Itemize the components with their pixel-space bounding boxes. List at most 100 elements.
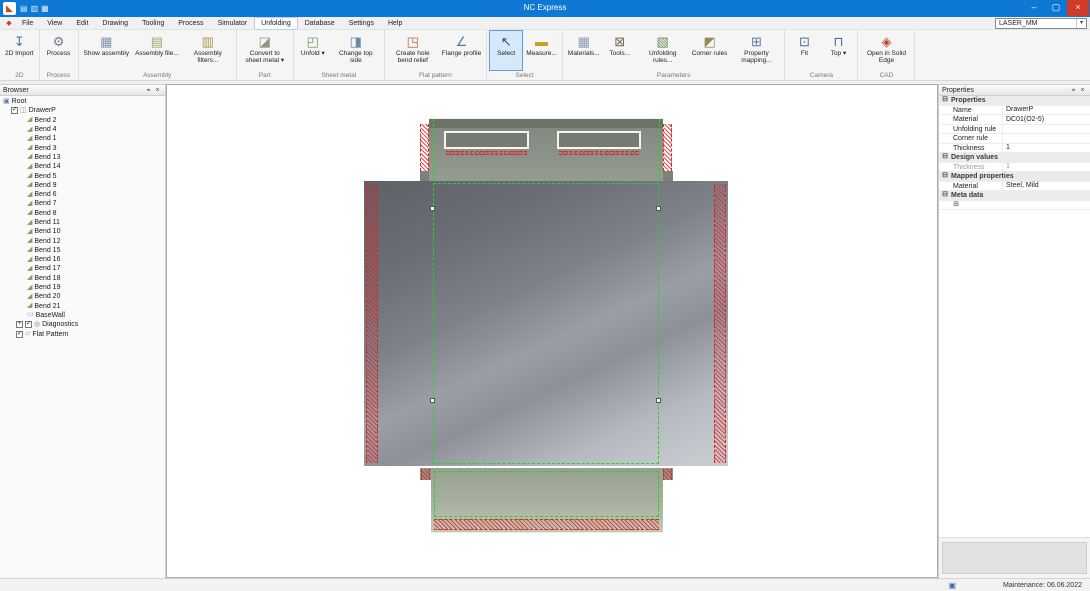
close-icon[interactable]: × [153, 85, 162, 96]
bend-line[interactable] [433, 119, 434, 181]
show-assembly-button[interactable]: ▦Show assembly [81, 30, 133, 71]
tree-item-basewall[interactable]: ▭BaseWall [0, 311, 165, 320]
collapse-icon[interactable]: ⊟ [941, 191, 949, 199]
process-button[interactable]: ⚙Process [42, 30, 76, 71]
tab-database[interactable]: Database [298, 17, 342, 30]
checkbox[interactable]: ✓ [16, 331, 23, 338]
checkbox[interactable]: ✓ [25, 321, 32, 328]
slot-cutout-right[interactable] [557, 131, 641, 149]
convert-to-sheet-metal-button[interactable]: ◪Convert to sheet metal ▾ [239, 30, 291, 71]
pin-icon[interactable]: ⌖ [144, 85, 153, 96]
section-properties[interactable]: ⊟Properties [939, 96, 1090, 106]
tree-item-bend-2[interactable]: ◢Bend 2 [0, 116, 165, 125]
open-in-solid-edge-button[interactable]: ◈Open in Solid Edge [860, 30, 912, 71]
tree-item-bend-5[interactable]: ◢Bend 5 [0, 171, 165, 180]
checkbox[interactable]: ✓ [11, 107, 18, 114]
minimize-button[interactable]: – [1023, 0, 1045, 16]
ribbon-buttons: ▦Show assembly▤Assembly file...▥Assembly… [81, 30, 234, 71]
tree-item-drawerp[interactable]: ✓◫DrawerP [0, 106, 165, 115]
property-value[interactable]: 1 [1003, 143, 1090, 152]
pin-icon[interactable]: ⌖ [1069, 85, 1078, 96]
tree-item-bend-4[interactable]: ◢Bend 4 [0, 125, 165, 134]
materials-button[interactable]: ▦Materials... [565, 30, 603, 71]
tree-item-bend-20[interactable]: ◢Bend 20 [0, 292, 165, 301]
maximize-button[interactable]: ▢ [1045, 0, 1067, 16]
close-icon[interactable]: × [1078, 85, 1087, 96]
assembly-file-button[interactable]: ▤Assembly file... [132, 30, 182, 71]
property-value[interactable]: DrawerP [1003, 105, 1090, 114]
property-value[interactable]: Steel, Mild [1003, 181, 1090, 190]
section-meta-data[interactable]: ⊟Meta data [939, 191, 1090, 201]
tree-item-bend-17[interactable]: ◢Bend 17 [0, 264, 165, 273]
profile-select[interactable]: LASER_MM ▾ [995, 18, 1087, 29]
tree-item-bend-9[interactable]: ◢Bend 9 [0, 181, 165, 190]
tree-item-bend-6[interactable]: ◢Bend 6 [0, 190, 165, 199]
tree-item-bend-18[interactable]: ◢Bend 18 [0, 274, 165, 283]
property-mapping-button[interactable]: ⊞Property mapping... [730, 30, 782, 71]
tab-file[interactable]: File [15, 17, 40, 30]
flange-profile-button[interactable]: ∠Flange profile [439, 30, 484, 71]
fit-button[interactable]: ⊡Fit [787, 30, 821, 71]
tree-item-bend-10[interactable]: ◢Bend 10 [0, 227, 165, 236]
tree-item-bend-7[interactable]: ◢Bend 7 [0, 199, 165, 208]
vertex-handle[interactable] [656, 398, 661, 403]
tree-item-bend-21[interactable]: ◢Bend 21 [0, 302, 165, 311]
tree-item-bend-15[interactable]: ◢Bend 15 [0, 246, 165, 255]
tab-edit[interactable]: Edit [69, 17, 95, 30]
tree-item-bend-14[interactable]: ◢Bend 14 [0, 162, 165, 171]
tab-help[interactable]: Help [381, 17, 409, 30]
tree-item-bend-19[interactable]: ◢Bend 19 [0, 283, 165, 292]
tree-item-bend-1[interactable]: ◢Bend 1 [0, 134, 165, 143]
collapse-icon[interactable]: ⊟ [941, 96, 949, 104]
2d-import-button[interactable]: ↧2D Import [2, 30, 37, 71]
select-button[interactable]: ↖Select [489, 30, 523, 71]
bottom-flange-bend-boundary[interactable] [434, 471, 659, 517]
vertex-handle[interactable] [430, 398, 435, 403]
property-value[interactable]: DC01(O2-5) [1003, 115, 1090, 124]
property-value[interactable]: 1 [1003, 162, 1090, 171]
save-icon[interactable]: ▦ [41, 2, 49, 15]
ribbon-group-camera: ⊡Fit⊓Top ▾Camera [785, 30, 858, 80]
tab-view[interactable]: View [40, 17, 69, 30]
tab-drawing[interactable]: Drawing [95, 17, 135, 30]
section-design-values[interactable]: ⊟Design values [939, 153, 1090, 163]
section-mapped-properties[interactable]: ⊟Mapped properties [939, 172, 1090, 182]
collapse-icon[interactable]: ⊟ [941, 153, 949, 161]
tab-simulator[interactable]: Simulator [211, 17, 255, 30]
close-button[interactable]: × [1067, 0, 1089, 16]
expand-icon[interactable]: ⊞ [952, 201, 960, 209]
bend-line-boundary[interactable] [433, 183, 659, 464]
tree-item-root[interactable]: ▣Root [0, 97, 165, 106]
measure-button[interactable]: ▬Measure... [523, 30, 560, 71]
tree-item-bend-13[interactable]: ◢Bend 13 [0, 153, 165, 162]
change-top-side-button[interactable]: ◨Change top side [330, 30, 382, 71]
collapse-icon[interactable]: ⊟ [941, 172, 949, 180]
tree-item-bend-12[interactable]: ◢Bend 12 [0, 236, 165, 245]
slot-cutout-left[interactable] [444, 131, 529, 149]
tree-item-bend-16[interactable]: ◢Bend 16 [0, 255, 165, 264]
unfolding-rules-button[interactable]: ▧Unfolding rules... [637, 30, 689, 71]
tree-item-diagnostics[interactable]: +✓◎Diagnostics [0, 320, 165, 329]
tree-item-flat-pattern[interactable]: ✓▱Flat Pattern [0, 329, 165, 338]
corner-rules-button[interactable]: ◩Corner rules [689, 30, 731, 71]
vertex-handle[interactable] [656, 206, 661, 211]
bend-line[interactable] [659, 119, 660, 181]
tab-tooling[interactable]: Tooling [135, 17, 171, 30]
unfold-button[interactable]: ◰Unfold ▾ [296, 30, 330, 71]
app-menu-icon[interactable]: ◆ [3, 17, 15, 30]
tree-item-bend-8[interactable]: ◢Bend 8 [0, 209, 165, 218]
tab-settings[interactable]: Settings [342, 17, 381, 30]
open-file-icon[interactable]: ▥ [31, 2, 39, 15]
tools-button[interactable]: ⊠Tools... [603, 30, 637, 71]
tab-unfolding[interactable]: Unfolding [254, 17, 298, 30]
expand-icon[interactable]: + [16, 321, 23, 328]
create-hole-bend-relief-button[interactable]: ◳Create hole bend relief [387, 30, 439, 71]
assembly-filters-button[interactable]: ▥Assembly filters... [182, 30, 234, 71]
top-button[interactable]: ⊓Top ▾ [821, 30, 855, 71]
drawing-viewport[interactable] [166, 84, 938, 578]
vertex-handle[interactable] [430, 206, 435, 211]
tab-process[interactable]: Process [171, 17, 210, 30]
new-file-icon[interactable]: ▤ [20, 2, 28, 15]
tree-item-bend-11[interactable]: ◢Bend 11 [0, 218, 165, 227]
tree-item-bend-3[interactable]: ◢Bend 3 [0, 143, 165, 152]
